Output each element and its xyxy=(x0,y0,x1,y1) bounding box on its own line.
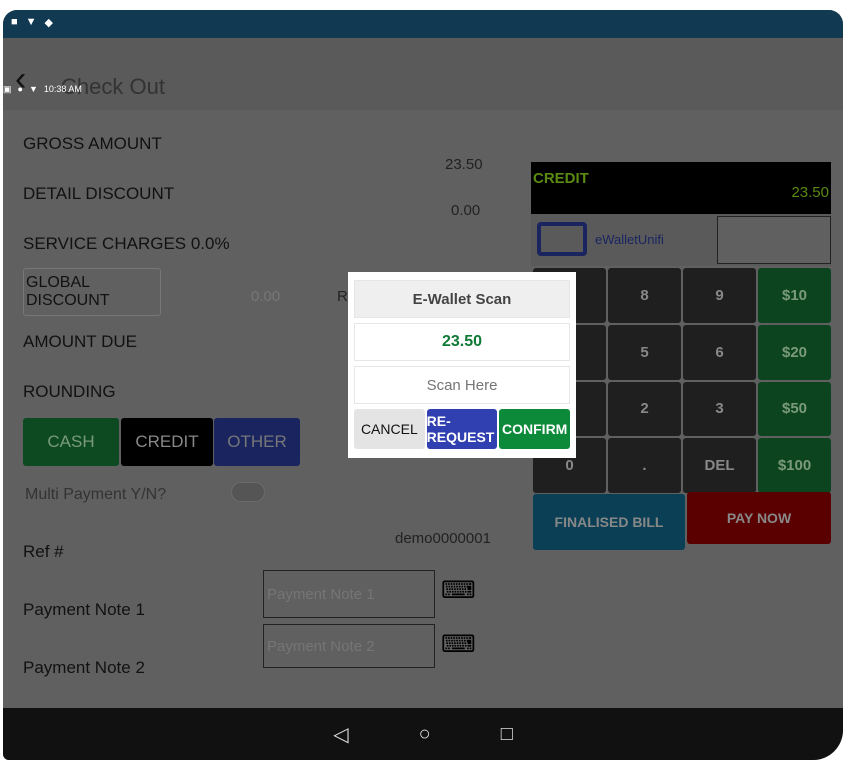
pay-now-button[interactable]: PAY NOW xyxy=(687,492,831,544)
payment-note-1-label: Payment Note 1 xyxy=(23,600,145,619)
payment-note-1-input[interactable] xyxy=(263,570,435,618)
app-bar: ‹ Check Out ▣ ● ▼ 10:38 AM xyxy=(3,38,843,110)
clock: 10:38 AM xyxy=(43,84,82,94)
nav-recents-icon[interactable]: □ xyxy=(501,723,513,746)
key-2[interactable]: 2 xyxy=(608,381,681,437)
rounding-label: ROUNDING xyxy=(23,382,116,401)
key-50-dollar[interactable]: $50 xyxy=(758,381,831,437)
detail-discount-value: 0.00 xyxy=(451,202,481,219)
gross-amount-label: GROSS AMOUNT xyxy=(23,134,162,153)
payment-note-2-label: Payment Note 2 xyxy=(23,658,145,677)
wifi-icon: ▼ xyxy=(28,84,38,94)
payment-method-row: eWalletUnifi xyxy=(531,214,831,266)
multi-payment-label: Multi Payment Y/N? xyxy=(25,486,167,503)
nav-home-icon[interactable]: ○ xyxy=(419,723,431,746)
other-button[interactable]: OTHER xyxy=(214,418,300,466)
key-9[interactable]: 9 xyxy=(683,268,756,323)
key-8[interactable]: 8 xyxy=(608,268,681,323)
nav-back-icon[interactable]: ◁ xyxy=(333,722,348,747)
gross-amount-value: 23.50 xyxy=(445,156,483,173)
keyboard-icon[interactable]: ⌨ xyxy=(441,630,476,659)
global-discount-button[interactable]: GLOBAL DISCOUNT xyxy=(23,268,161,316)
confirm-button[interactable]: CONFIRM xyxy=(499,409,571,449)
keyboard-icon[interactable]: ⌨ xyxy=(441,576,476,605)
ref-value: demo0000001 xyxy=(395,530,491,547)
e-wallet-scan-dialog: E-Wallet Scan 23.50 CANCEL RE-REQUEST CO… xyxy=(348,272,576,458)
navigation-bar: ◁ ○ □ xyxy=(3,708,843,760)
key-20-dollar[interactable]: $20 xyxy=(758,324,831,380)
tender-input[interactable] xyxy=(717,216,831,264)
wifi-question-icon: ▼ xyxy=(25,16,37,28)
key-6[interactable]: 6 xyxy=(683,324,756,380)
key-5[interactable]: 5 xyxy=(608,324,681,380)
cash-button[interactable]: CASH xyxy=(23,418,119,466)
scan-input[interactable] xyxy=(354,366,570,404)
finalised-bill-button[interactable]: FINALISED BILL xyxy=(533,494,685,550)
detail-discount-label: DETAIL DISCOUNT xyxy=(23,184,175,203)
service-charges-label: SERVICE CHARGES 0.0% xyxy=(23,234,230,253)
credit-button[interactable]: CREDIT xyxy=(121,418,213,466)
card-icon xyxy=(537,222,587,256)
key-100-dollar[interactable]: $100 xyxy=(758,438,831,493)
dialog-title: E-Wallet Scan xyxy=(354,280,570,318)
payment-note-2-input[interactable] xyxy=(263,624,435,668)
credit-panel: CREDIT 23.50 xyxy=(531,162,831,214)
video-icon: ■ xyxy=(11,16,18,28)
re-request-button[interactable]: RE-REQUEST xyxy=(426,409,498,449)
key-del[interactable]: DEL xyxy=(683,438,756,493)
ref-label: Ref # xyxy=(23,542,64,561)
multi-payment-toggle[interactable] xyxy=(231,482,265,502)
status-bar: ■ ▼ ◆ xyxy=(3,10,843,38)
cancel-button[interactable]: CANCEL xyxy=(354,409,425,449)
key-3[interactable]: 3 xyxy=(683,381,756,437)
credit-label: CREDIT xyxy=(533,170,589,187)
payment-method-name: eWalletUnifi xyxy=(595,232,664,247)
global-discount-value: 0.00 xyxy=(251,288,281,305)
key-10-dollar[interactable]: $10 xyxy=(758,268,831,323)
credit-amount: 23.50 xyxy=(791,184,829,201)
key-dot[interactable]: . xyxy=(608,438,681,493)
dialog-amount: 23.50 xyxy=(354,323,570,361)
location-icon: ● xyxy=(17,84,23,94)
cast-icon: ▣ xyxy=(3,84,12,94)
diamond-icon: ◆ xyxy=(44,17,54,29)
keypad: 7 8 9 $10 4 5 6 $20 1 2 3 $50 0 . DEL $1… xyxy=(533,268,831,493)
amount-due-label: AMOUNT DUE xyxy=(23,332,137,351)
